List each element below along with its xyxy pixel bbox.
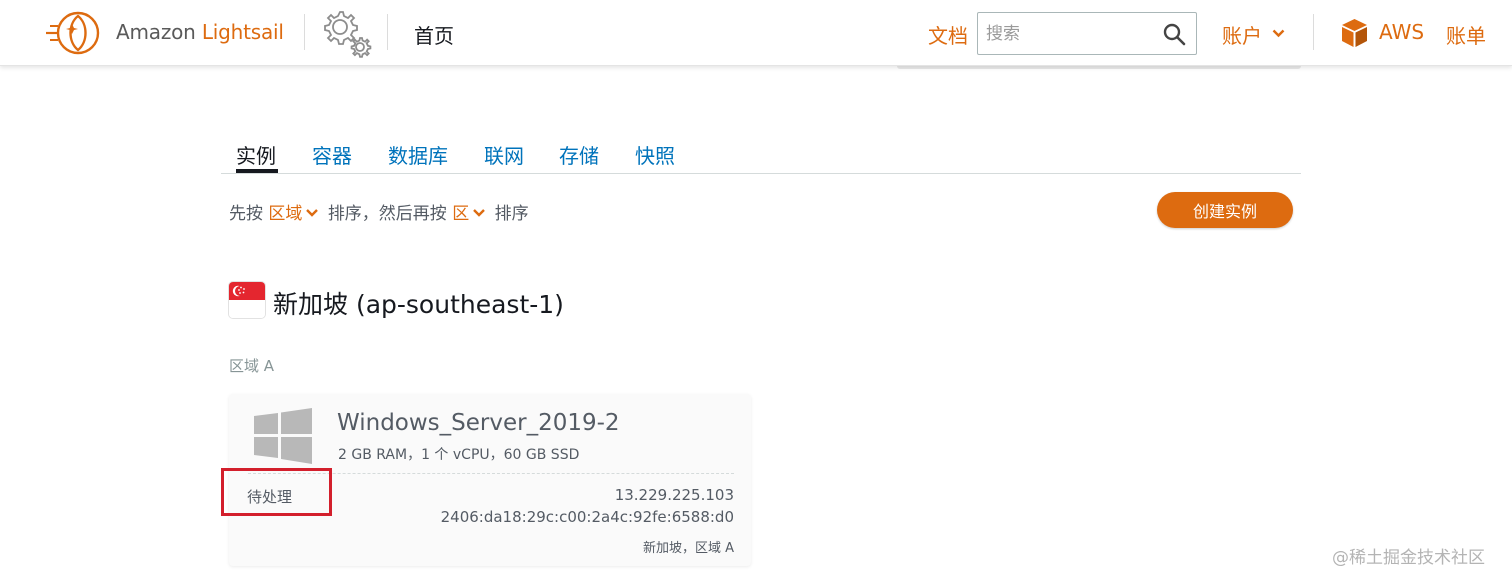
sort-second-key-label: 区 (452, 204, 470, 224)
windows-logo-icon[interactable] (254, 408, 312, 464)
sort-prefix: 先按 (229, 204, 263, 224)
search-icon[interactable] (1162, 22, 1186, 46)
chevron-down-icon[interactable] (473, 209, 486, 217)
instance-spec: 2 GB RAM，1 个 vCPU，60 GB SSD (338, 447, 580, 463)
chevron-down-icon[interactable] (306, 209, 319, 217)
instance-name-link[interactable]: Windows_Server_2019-2 (337, 410, 620, 436)
tab-instances[interactable]: 实例 (236, 140, 276, 169)
header-divider (1313, 14, 1314, 50)
account-menu[interactable]: 账户 (1222, 20, 1262, 49)
brand-strong: Lightsail (201, 20, 284, 44)
aws-link[interactable]: AWS (1379, 20, 1424, 44)
tab-storage[interactable]: 存储 (559, 140, 599, 169)
billing-link[interactable]: 账单 (1446, 20, 1486, 49)
sort-controls: 先按 区域 排序，然后再按 区 排序 (229, 199, 529, 224)
sort-second-key[interactable]: 区 (452, 204, 489, 224)
region-title: 新加坡 (ap-southeast-1) (273, 290, 564, 319)
brand-prefix: Amazon (116, 20, 196, 44)
tab-networking[interactable]: 联网 (484, 140, 524, 169)
singapore-flag-icon (229, 282, 265, 318)
home-link[interactable]: 首页 (414, 20, 454, 49)
header-divider (304, 14, 305, 50)
sort-first-key-label: 区域 (268, 204, 303, 224)
chevron-down-icon[interactable] (1272, 29, 1285, 38)
sort-middle: 排序，然后再按 (327, 204, 447, 224)
status-highlight-box (221, 468, 332, 516)
active-tab-indicator (236, 169, 278, 173)
brand-name[interactable]: Amazon Lightsail (116, 20, 284, 44)
watermark: @稀土掘金技术社区 (1332, 548, 1485, 568)
tab-snapshots[interactable]: 快照 (635, 140, 675, 169)
search-input[interactable] (986, 22, 1156, 46)
instance-ipv4: 13.229.225.103 (614, 486, 734, 504)
tab-databases[interactable]: 数据库 (388, 140, 448, 169)
settings-gears-icon[interactable] (318, 7, 374, 59)
aws-cube-icon[interactable] (1340, 18, 1369, 48)
top-navigation-bar: Amazon Lightsail 首页 文档 账户 AWS 账单 (0, 0, 1512, 66)
sort-first-key[interactable]: 区域 (268, 204, 322, 224)
docs-link[interactable]: 文档 (928, 20, 968, 49)
lightsail-logo-icon[interactable] (44, 8, 104, 58)
zone-label: 区域 A (229, 357, 275, 375)
sort-suffix: 排序 (494, 204, 529, 224)
header-divider (387, 14, 388, 50)
search-box[interactable] (977, 12, 1197, 55)
resource-tabs: 实例 容器 数据库 联网 存储 快照 (221, 138, 1301, 174)
dropdown-shadow (897, 66, 1301, 69)
instance-location: 新加坡，区域 A (642, 541, 734, 556)
tab-containers[interactable]: 容器 (312, 140, 352, 169)
create-instance-button[interactable]: 创建实例 (1157, 192, 1293, 228)
instance-ipv6: 2406:da18:29c:c00:2a4c:92fe:6588:d0 (440, 508, 734, 526)
